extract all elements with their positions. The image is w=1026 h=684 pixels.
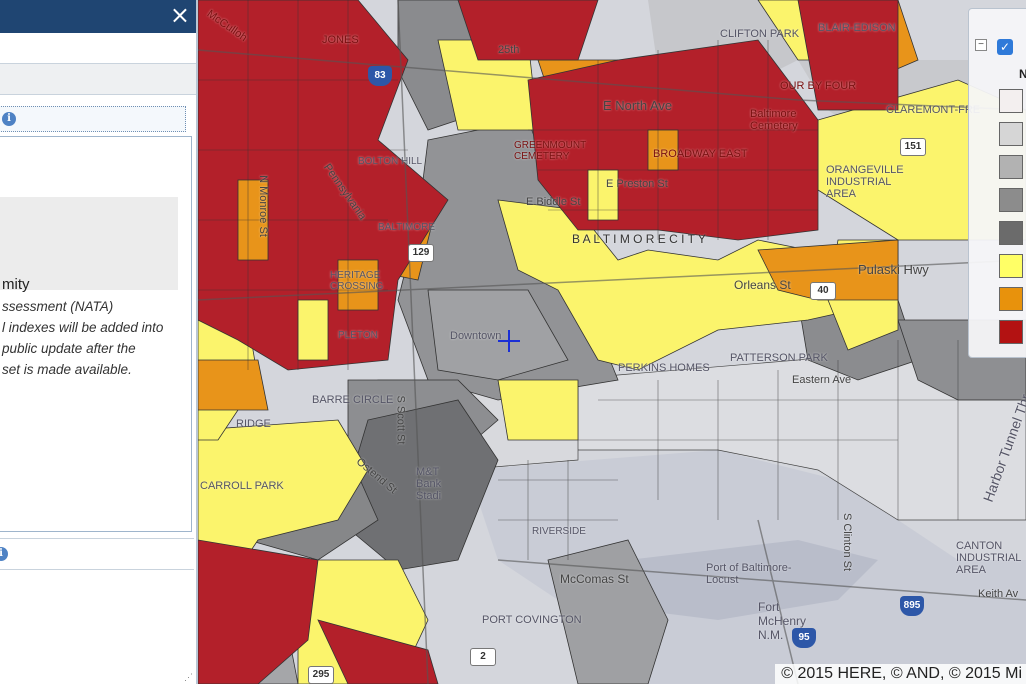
panel-header: × — [0, 0, 196, 33]
description-line: l indexes will be added into — [2, 320, 164, 335]
map-label: PLETON — [338, 330, 378, 341]
highway-shield-icon: 95 — [792, 628, 816, 648]
route-shield-icon: 295 — [308, 666, 334, 684]
map-label: PERKINS HOMES — [618, 362, 710, 374]
map-label: E Biddle St — [526, 196, 581, 208]
legend-swatch — [999, 89, 1023, 113]
layer-visibility-checkbox[interactable]: ✓ — [997, 39, 1013, 55]
description-line: public update after the — [2, 341, 136, 356]
map-label: ORANGEVILLE INDUSTRIAL AREA — [826, 164, 904, 200]
legend-swatch — [999, 254, 1023, 278]
map-label: OUR BY FOUR — [780, 80, 857, 92]
map-label: E Preston St — [606, 178, 668, 190]
map-label: Baltimore Cemetery — [750, 108, 798, 132]
map-label: PORT COVINGTON — [482, 614, 582, 626]
map-label: BLAIR-EDISON — [818, 22, 896, 34]
map-label: PATTERSON PARK — [730, 352, 828, 364]
map-label: BARRE CIRCLE — [312, 394, 394, 406]
layer-info-row[interactable]: i — [0, 106, 186, 132]
route-shield-icon: 129 — [408, 244, 434, 262]
map-label: BALTIMORE — [378, 222, 436, 233]
legend-swatch — [999, 320, 1023, 344]
map-label: BOLTON HILL — [358, 156, 423, 167]
route-shield-icon: 2 — [470, 648, 496, 666]
legend-swatch — [999, 188, 1023, 212]
map-canvas[interactable]: CLIFTON PARK McCulloh JONES 25th E North… — [198, 0, 1026, 684]
panel-toolbar — [0, 33, 196, 64]
panel-tab-bar[interactable] — [0, 64, 196, 95]
map-label: Downtown — [450, 330, 502, 342]
legend-title: N — [1019, 67, 1026, 81]
layer-title: mity — [2, 276, 30, 293]
map-label: 25th — [498, 44, 520, 56]
legend-collapse-button[interactable]: − — [975, 39, 987, 51]
layer-description: ssessment (NATA) l indexes will be added… — [2, 296, 192, 380]
map-label: JONES — [322, 34, 359, 46]
second-layer-info-row[interactable]: i — [0, 538, 194, 570]
map-label: B A L T I M O R E C I T Y — [572, 232, 706, 246]
description-line: set is made available. — [2, 362, 132, 377]
map-label: CLIFTON PARK — [720, 28, 800, 40]
map-label: CARROLL PARK — [200, 480, 284, 492]
legend-swatch — [999, 122, 1023, 146]
resize-grip-icon[interactable]: ⋰ — [184, 672, 194, 682]
side-panel: × i mity ssessment (NATA) l indexes will… — [0, 0, 198, 684]
highway-shield-icon: 83 — [368, 66, 392, 86]
map-label: E North Ave — [603, 98, 673, 113]
route-shield-icon: 40 — [810, 282, 836, 300]
info-icon[interactable]: i — [2, 112, 16, 126]
map-label: S Clinton St — [841, 512, 854, 572]
highway-shield-icon: 895 — [900, 596, 924, 616]
map-label: CLAREMONT-FRE — [886, 104, 981, 116]
legend-swatch — [999, 287, 1023, 311]
map-label: HERITAGE CROSSING — [330, 270, 384, 292]
map-label: Port of Baltimore-Locust — [706, 562, 792, 586]
map-label: M&T Bank Stadi — [416, 466, 442, 502]
legend-swatch — [999, 221, 1023, 245]
description-line: ssessment (NATA) — [2, 299, 114, 314]
route-shield-icon: 151 — [900, 138, 926, 156]
map-label: CANTON INDUSTRIAL AREA — [956, 540, 1021, 576]
map-label: McComas St — [560, 572, 629, 586]
map-label: N Monroe St — [256, 175, 269, 237]
map-label: S Scott St — [394, 395, 407, 445]
map-crosshair-icon — [498, 330, 520, 352]
map-label: GREENMOUNT CEMETERY — [514, 140, 587, 162]
map-label: Pulaski Hwy — [858, 262, 929, 277]
legend-swatch — [999, 155, 1023, 179]
info-icon[interactable]: i — [0, 547, 8, 561]
map-label: BROADWAY EAST — [653, 148, 748, 160]
map-label: RIDGE — [236, 418, 271, 430]
map-attribution[interactable]: © 2015 HERE, © AND, © 2015 Mi — [775, 664, 1026, 684]
map-label: Orleans St — [734, 278, 791, 292]
map-label: RIVERSIDE — [532, 526, 586, 537]
map-label: Eastern Ave — [792, 374, 852, 386]
map-label: Keith Av — [978, 588, 1019, 600]
close-button[interactable]: × — [170, 1, 190, 29]
map-legend: − ✓ N — [968, 8, 1026, 358]
